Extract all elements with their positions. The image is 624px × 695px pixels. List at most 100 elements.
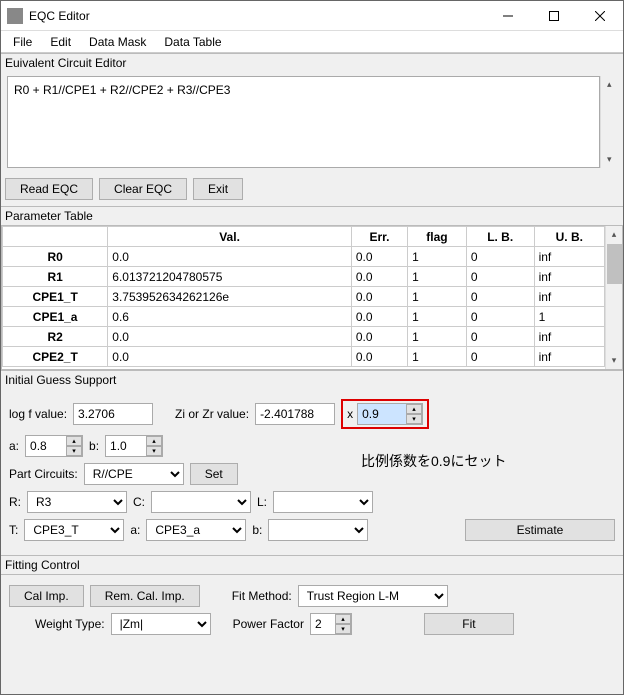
table-cell[interactable]: 1 [408, 247, 467, 267]
estimate-button[interactable]: Estimate [465, 519, 615, 541]
table-cell[interactable]: 0 [466, 247, 534, 267]
table-row[interactable]: CPE2_T0.00.010inf [3, 347, 605, 367]
b-spin-down[interactable]: ▾ [146, 446, 162, 456]
scroll-up-icon[interactable]: ▴ [606, 226, 622, 243]
scale-spin-up[interactable]: ▴ [406, 404, 422, 414]
table-cell[interactable]: 0.6 [108, 307, 352, 327]
rem-cal-imp-button[interactable]: Rem. Cal. Imp. [90, 585, 200, 607]
table-cell[interactable]: 0.0 [108, 327, 352, 347]
table-cell[interactable]: 3.753952634262126e [108, 287, 352, 307]
zi-label: Zi or Zr value: [175, 407, 249, 421]
scroll-down-icon[interactable]: ▾ [601, 151, 617, 168]
b-spin-up[interactable]: ▴ [146, 436, 162, 446]
table-cell[interactable]: 0.0 [351, 267, 407, 287]
table-cell[interactable]: inf [534, 287, 604, 307]
a-spin-up[interactable]: ▴ [66, 436, 82, 446]
table-cell[interactable]: 0.0 [108, 247, 352, 267]
titlebar: EQC Editor [1, 1, 623, 31]
part-circuits-label: Part Circuits: [9, 467, 78, 481]
table-cell[interactable]: inf [534, 267, 604, 287]
table-cell[interactable]: 6.013721204780575 [108, 267, 352, 287]
scroll-down-icon[interactable]: ▾ [606, 352, 622, 369]
scale-spin-down[interactable]: ▾ [406, 414, 422, 424]
r-label: R: [9, 495, 21, 509]
table-row[interactable]: R16.0137212047805750.010inf [3, 267, 605, 287]
b-select[interactable] [268, 519, 368, 541]
menu-file[interactable]: File [5, 33, 40, 51]
a-input[interactable] [26, 436, 66, 456]
table-cell[interactable]: 1 [408, 307, 467, 327]
table-cell[interactable]: 1 [408, 287, 467, 307]
menu-data-mask[interactable]: Data Mask [81, 33, 154, 51]
table-cell[interactable]: CPE1_a [3, 307, 108, 327]
minimize-button[interactable] [485, 1, 531, 30]
eqc-scrollbar[interactable]: ▴ ▾ [600, 76, 617, 168]
power-spin-down[interactable]: ▾ [335, 624, 351, 634]
menu-data-table[interactable]: Data Table [156, 33, 229, 51]
b-spinbox[interactable]: ▴▾ [105, 435, 163, 457]
power-factor-spinbox[interactable]: ▴▾ [310, 613, 352, 635]
table-cell[interactable]: inf [534, 347, 604, 367]
zi-input[interactable] [255, 403, 335, 425]
a-spin-down[interactable]: ▾ [66, 446, 82, 456]
table-cell[interactable]: 0 [466, 327, 534, 347]
table-cell[interactable]: 0.0 [351, 287, 407, 307]
table-cell[interactable]: 0.0 [351, 247, 407, 267]
table-cell[interactable]: R1 [3, 267, 108, 287]
param-scrollbar[interactable]: ▴ ▾ [605, 226, 622, 369]
table-cell[interactable]: inf [534, 327, 604, 347]
table-cell[interactable]: R2 [3, 327, 108, 347]
table-cell[interactable]: inf [534, 247, 604, 267]
clear-eqc-button[interactable]: Clear EQC [99, 178, 187, 200]
a-spinbox[interactable]: ▴▾ [25, 435, 83, 457]
close-button[interactable] [577, 1, 623, 30]
b-input[interactable] [106, 436, 146, 456]
table-header: L. B. [466, 227, 534, 247]
param-table[interactable]: Val.Err.flagL. B.U. B. R00.00.010infR16.… [2, 226, 605, 367]
table-cell[interactable]: R0 [3, 247, 108, 267]
logf-input[interactable] [73, 403, 153, 425]
menu-edit[interactable]: Edit [42, 33, 79, 51]
a-select[interactable]: CPE3_a [146, 519, 246, 541]
scale-spinbox[interactable]: ▴▾ [357, 403, 423, 425]
weight-type-select[interactable]: |Zm| [111, 613, 211, 635]
table-cell[interactable]: 0 [466, 287, 534, 307]
power-factor-label: Power Factor [233, 617, 304, 631]
table-cell[interactable]: 0.0 [351, 307, 407, 327]
power-factor-input[interactable] [311, 614, 335, 634]
maximize-button[interactable] [531, 1, 577, 30]
set-button[interactable]: Set [190, 463, 238, 485]
table-cell[interactable]: 1 [408, 267, 467, 287]
fit-method-select[interactable]: Trust Region L-M [298, 585, 448, 607]
fit-button[interactable]: Fit [424, 613, 514, 635]
t-select[interactable]: CPE3_T [24, 519, 124, 541]
eqc-formula-textarea[interactable]: R0 + R1//CPE1 + R2//CPE2 + R3//CPE3 [7, 76, 600, 168]
initial-guess-panel: log f value: Zi or Zr value: x ▴▾ a: ▴▾ … [1, 389, 623, 555]
table-row[interactable]: R20.00.010inf [3, 327, 605, 347]
scale-input[interactable] [358, 404, 406, 424]
c-select[interactable] [151, 491, 251, 513]
scroll-up-icon[interactable]: ▴ [601, 76, 617, 93]
table-row[interactable]: R00.00.010inf [3, 247, 605, 267]
table-cell[interactable]: 1 [408, 347, 467, 367]
cal-imp-button[interactable]: Cal Imp. [9, 585, 84, 607]
part-circuits-select[interactable]: R//CPE [84, 463, 184, 485]
scroll-thumb[interactable] [607, 244, 622, 284]
l-select[interactable] [273, 491, 373, 513]
table-cell[interactable]: 1 [534, 307, 604, 327]
table-cell[interactable]: 0 [466, 347, 534, 367]
table-cell[interactable]: CPE2_T [3, 347, 108, 367]
table-cell[interactable]: 0 [466, 307, 534, 327]
table-cell[interactable]: 0.0 [351, 327, 407, 347]
power-spin-up[interactable]: ▴ [335, 614, 351, 624]
table-cell[interactable]: 0 [466, 267, 534, 287]
table-cell[interactable]: 1 [408, 327, 467, 347]
table-row[interactable]: CPE1_a0.60.0101 [3, 307, 605, 327]
exit-button[interactable]: Exit [193, 178, 243, 200]
table-cell[interactable]: 0.0 [108, 347, 352, 367]
table-row[interactable]: CPE1_T3.753952634262126e0.010inf [3, 287, 605, 307]
read-eqc-button[interactable]: Read EQC [5, 178, 93, 200]
r-select[interactable]: R3 [27, 491, 127, 513]
table-cell[interactable]: CPE1_T [3, 287, 108, 307]
table-cell[interactable]: 0.0 [351, 347, 407, 367]
